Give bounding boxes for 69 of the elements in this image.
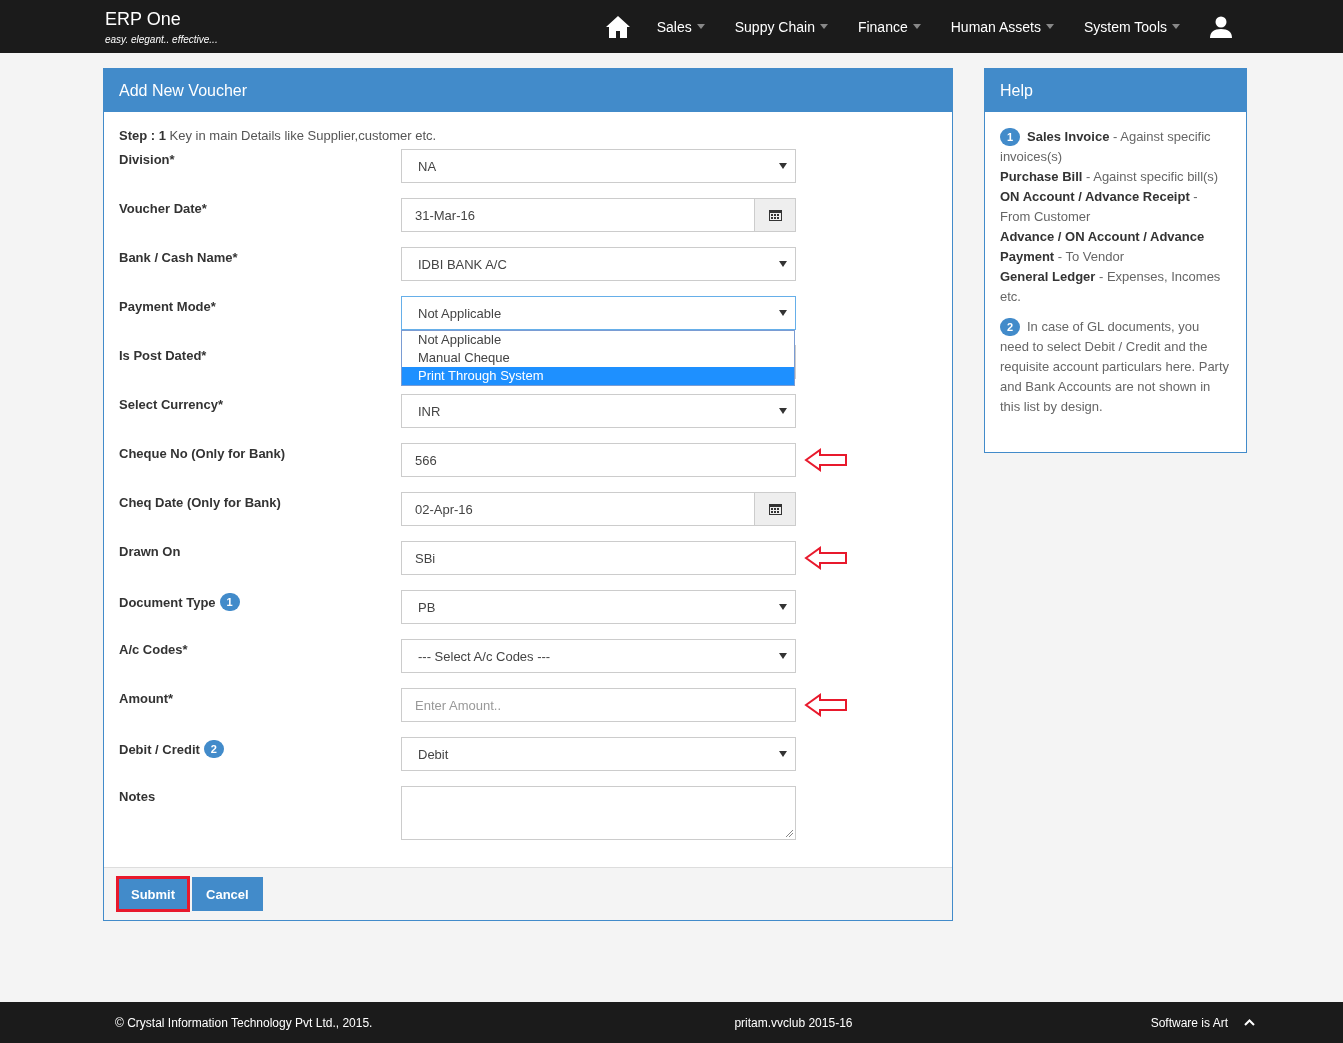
caret-icon xyxy=(696,24,705,29)
help-text: Purchase Bill - Against specific bill(s) xyxy=(1000,168,1220,186)
field-label: A/c Codes* xyxy=(119,642,188,657)
motto-text: Software is Art xyxy=(1150,1015,1228,1030)
calendar-icon xyxy=(768,503,782,515)
calendar-button[interactable] xyxy=(755,492,796,526)
number-badge: 1 xyxy=(219,593,240,611)
select-field[interactable]: PB xyxy=(401,590,796,624)
caret-icon xyxy=(819,24,828,29)
card-title: Help xyxy=(985,69,1246,112)
text-field[interactable]: 566 xyxy=(401,443,796,477)
field-label: Drawn On xyxy=(119,544,181,559)
field-label: Notes xyxy=(119,789,156,804)
caret-icon xyxy=(779,604,787,610)
caret-icon xyxy=(1172,24,1180,29)
scroll-up-icon[interactable] xyxy=(1244,1019,1255,1026)
select-field[interactable]: INR xyxy=(401,394,796,428)
help-text: General Ledger - Expenses, Incomes etc. xyxy=(1000,268,1222,306)
session-text: pritam.vvclub 2015-16 xyxy=(734,1015,853,1030)
help-text: 2 In case of GL documents, you need to select Debit / Credit and the requisite account particulars here. Party and Bank Accounts are not shown in this list by design. xyxy=(1000,317,1231,416)
caret-icon xyxy=(779,751,787,757)
text-field[interactable]: SBi xyxy=(401,541,796,575)
caret-icon xyxy=(912,24,921,29)
date-field[interactable]: 31-Mar-16 xyxy=(401,198,755,232)
select-field[interactable]: NA xyxy=(401,149,796,183)
caret-icon xyxy=(779,653,787,659)
form-button[interactable]: Submit xyxy=(117,877,190,911)
field-label: Debit / Credit xyxy=(119,741,200,757)
help-text: Advance / ON Account / Advance Payment - To Vendor xyxy=(1000,228,1206,266)
number-badge: 2 xyxy=(203,740,224,758)
nav-menu-item[interactable]: Human Assets xyxy=(935,18,1069,35)
resize-grip-icon xyxy=(786,830,793,837)
nav-menu-item[interactable]: Sales xyxy=(641,18,720,35)
card-title: Add New Voucher xyxy=(104,69,952,112)
select-field[interactable]: --- Select A/c Codes --- xyxy=(401,639,796,673)
calendar-button[interactable] xyxy=(755,198,796,232)
date-field[interactable]: 02-Apr-16 xyxy=(401,492,755,526)
field-label: Is Post Dated* xyxy=(119,348,207,363)
nav-menu-item[interactable]: System Tools xyxy=(1069,18,1195,35)
field-label: Cheque No (Only for Bank) xyxy=(119,446,286,461)
caret-icon xyxy=(779,261,787,267)
calendar-icon xyxy=(768,209,782,221)
field-label: Bank / Cash Name* xyxy=(119,250,238,265)
caret-icon xyxy=(779,408,787,414)
select-field[interactable]: Debit xyxy=(401,737,796,771)
caret-icon xyxy=(1046,24,1054,29)
select-field[interactable]: IDBI BANK A/C xyxy=(401,247,796,281)
nav-menu-item[interactable]: Suppy Chain xyxy=(719,18,843,35)
select-field[interactable]: Not Applicable xyxy=(401,296,796,330)
form-button[interactable]: Cancel xyxy=(192,877,263,911)
caret-icon xyxy=(779,310,787,316)
field-label: Division* xyxy=(119,152,175,167)
nav-menu-item[interactable]: Finance xyxy=(842,18,936,35)
notes-field[interactable] xyxy=(401,786,796,840)
field-label: Select Currency* xyxy=(119,397,224,412)
brand-name[interactable]: ERP One xyxy=(105,8,218,30)
field-label: Document Type xyxy=(119,594,216,610)
home-icon[interactable] xyxy=(605,15,630,38)
copyright-text: © Crystal Information Technology Pvt Ltd., 2015. xyxy=(115,1015,373,1030)
user-icon[interactable] xyxy=(1210,15,1232,38)
field-label: Voucher Date* xyxy=(119,201,207,216)
field-label: Amount* xyxy=(119,691,174,706)
help-text: ON Account / Advance Receipt - From Customer xyxy=(1000,188,1199,226)
brand-tagline: easy. elegant.. effective... xyxy=(105,33,218,45)
help-text: 1 Sales Invoice - Against specific invoices(s) xyxy=(1000,127,1212,166)
field-label: Cheq Date (Only for Bank) xyxy=(119,495,281,510)
field-label: Payment Mode* xyxy=(119,299,216,314)
step-text: Step : 1 Key in main Details like Supplier,customer etc. xyxy=(119,128,438,143)
caret-icon xyxy=(779,163,787,169)
